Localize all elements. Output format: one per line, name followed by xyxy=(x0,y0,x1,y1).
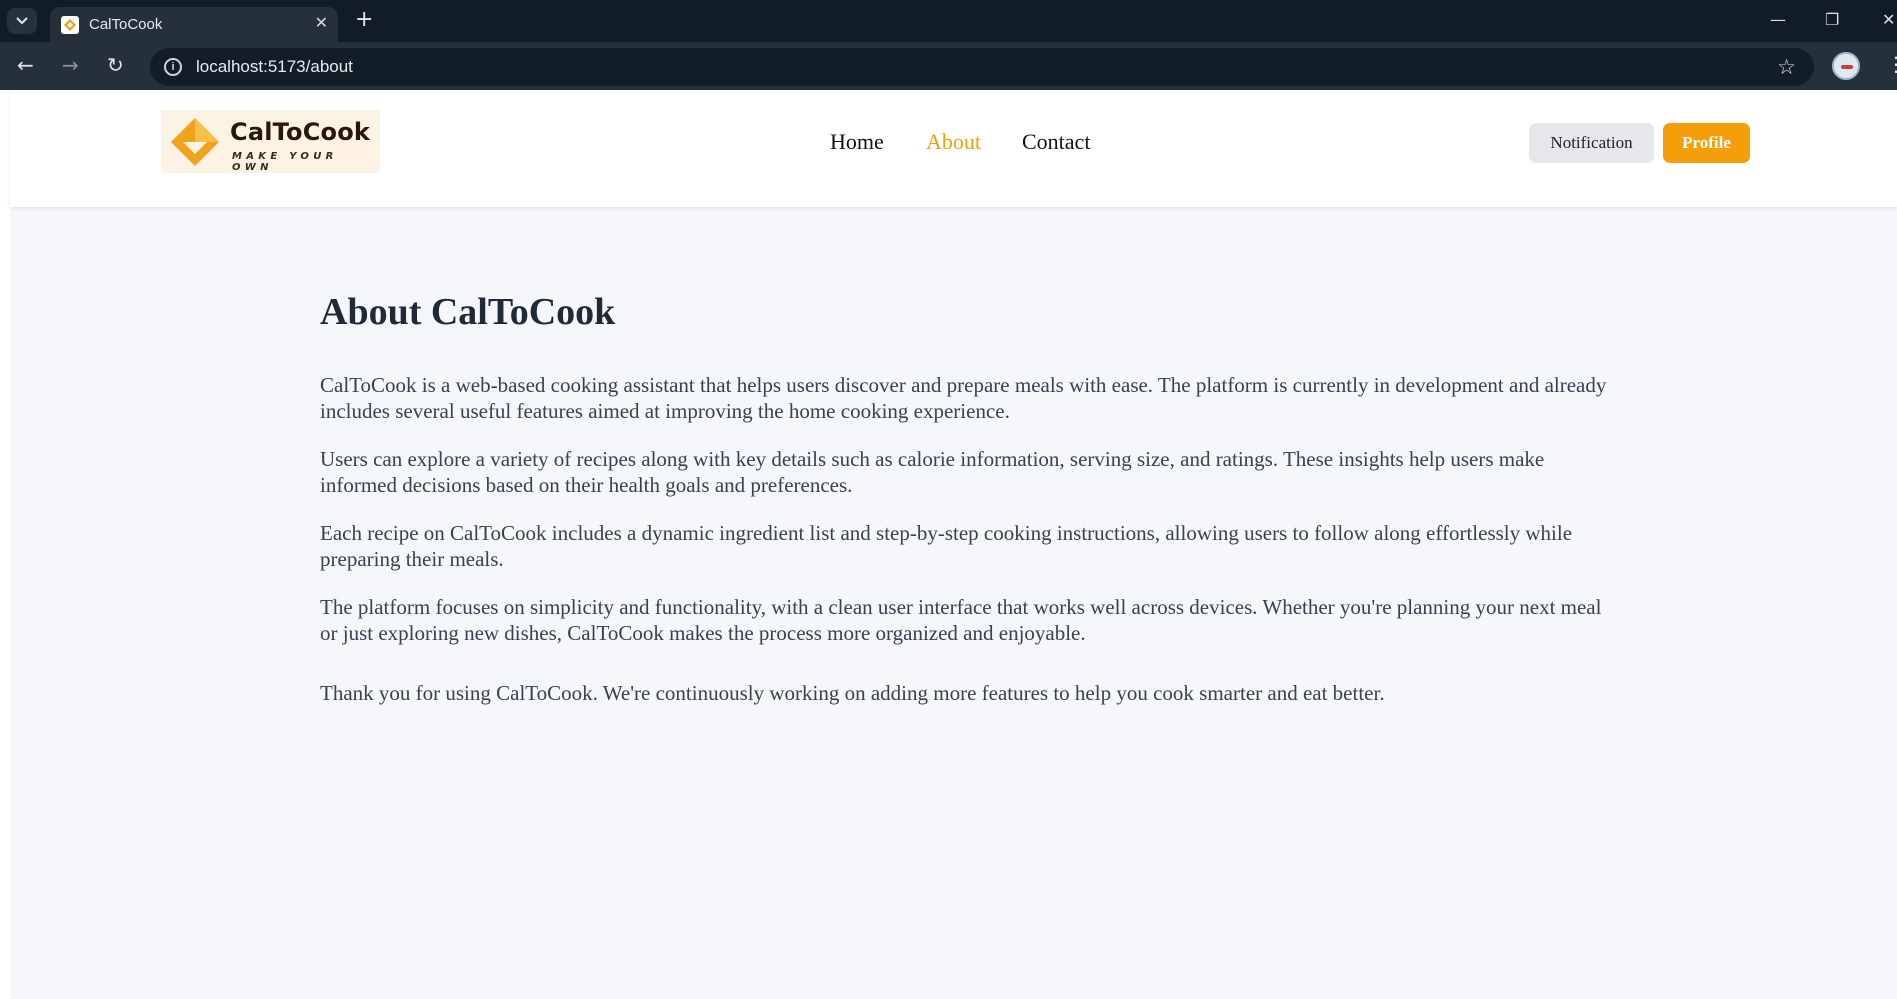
page: CalToCook MAKE YOUR OWN Home About Conta… xyxy=(10,90,1897,999)
browser-tab[interactable]: CalToCook ✕ xyxy=(50,7,338,42)
url-input[interactable]: i localhost:5173/about ☆ xyxy=(150,48,1814,86)
about-section: About CalToCook CalToCook is a web-based… xyxy=(320,290,1620,728)
bookmark-star-icon[interactable]: ☆ xyxy=(1777,55,1796,79)
address-bar-row: ← → ↻ i localhost:5173/about ☆ ⋮ xyxy=(0,42,1897,90)
new-tab-button[interactable]: + xyxy=(355,9,373,31)
more-menu-icon[interactable]: ⋮ xyxy=(1886,52,1897,76)
favicon-icon xyxy=(61,16,79,34)
close-window-icon[interactable]: ✕ xyxy=(1882,10,1895,29)
about-paragraph: Users can explore a variety of recipes a… xyxy=(320,447,1545,497)
site-logo[interactable]: CalToCook MAKE YOUR OWN xyxy=(161,110,380,173)
closing-paragraph: Thank you for using CalToCook. We're con… xyxy=(320,681,1385,705)
about-paragraph: The platform focuses on simplicity and f… xyxy=(320,595,1602,645)
reload-icon[interactable]: ↻ xyxy=(107,54,124,76)
tab-search-button[interactable] xyxy=(7,8,37,34)
site-navbar: CalToCook MAKE YOUR OWN Home About Conta… xyxy=(10,90,1897,207)
page-title: About CalToCook xyxy=(320,291,616,333)
close-tab-icon[interactable]: ✕ xyxy=(315,13,328,32)
nav-link-contact[interactable]: Contact xyxy=(1022,129,1090,155)
logo-diamond-icon xyxy=(171,118,219,166)
minimize-icon[interactable]: — xyxy=(1770,10,1786,29)
restore-icon[interactable]: ❐ xyxy=(1825,10,1839,29)
back-arrow-icon[interactable]: ← xyxy=(17,54,34,76)
notification-button[interactable]: Notification xyxy=(1529,123,1654,163)
chevron-down-icon xyxy=(16,17,28,25)
page-edge xyxy=(0,90,10,999)
profile-button[interactable]: Profile xyxy=(1663,123,1750,163)
site-info-icon[interactable]: i xyxy=(164,58,182,76)
nav-link-about[interactable]: About xyxy=(926,129,981,155)
logo-tagline: MAKE YOUR OWN xyxy=(232,151,338,173)
about-paragraph: CalToCook is a web-based cooking assista… xyxy=(320,373,1607,423)
nav-link-home[interactable]: Home xyxy=(830,129,884,155)
url-text: localhost:5173/about xyxy=(196,57,353,76)
browser-tab-bar: CalToCook ✕ + — ❐ ✕ xyxy=(0,0,1897,42)
browser-profile-avatar[interactable] xyxy=(1832,52,1860,80)
logo-title: CalToCook xyxy=(230,118,371,146)
about-paragraph: Each recipe on CalToCook includes a dyna… xyxy=(320,521,1573,571)
tab-title: CalToCook xyxy=(89,16,163,33)
forward-arrow-icon[interactable]: → xyxy=(62,54,79,76)
